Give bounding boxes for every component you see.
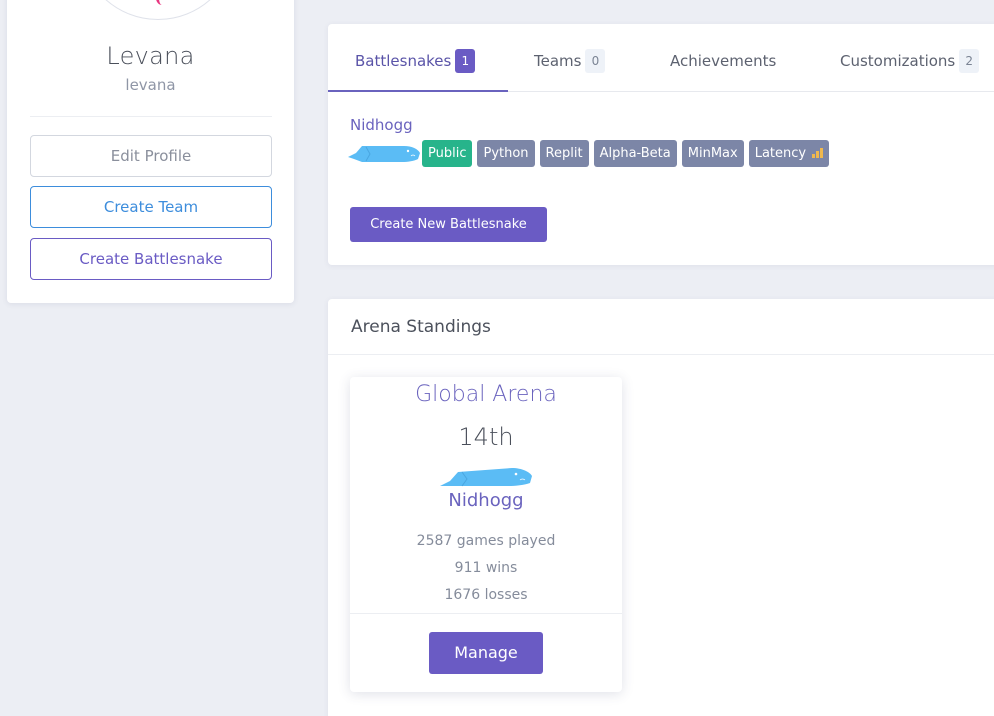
edit-profile-button[interactable]: Edit Profile bbox=[30, 135, 272, 177]
profile-card: Levana levana Edit Profile Create Team C… bbox=[7, 0, 294, 303]
profile-name: Levana bbox=[106, 42, 195, 70]
tab-teams[interactable]: Teams 0 bbox=[534, 24, 606, 92]
games-played-stat: 2587 games played bbox=[416, 533, 556, 549]
tag-public: Public bbox=[422, 139, 473, 167]
arena-standings-title: Arena Standings bbox=[328, 299, 994, 355]
arena-standing-card: Global Arena 14th Nidhogg 2587 games pla… bbox=[350, 377, 622, 692]
snake-head-icon bbox=[348, 146, 420, 162]
manage-button[interactable]: Manage bbox=[429, 632, 543, 674]
battlesnakes-panel: Battlesnakes 1 Teams 0 Achievements Custom… bbox=[328, 24, 994, 265]
signal-bars-icon bbox=[812, 147, 824, 158]
tab-battlesnakes[interactable]: Battlesnakes 1 bbox=[328, 24, 508, 92]
tag-latency-label: Latency bbox=[754, 145, 807, 161]
divider bbox=[350, 613, 622, 614]
tag-alpha-beta: Alpha-Beta bbox=[593, 139, 677, 167]
arena-snake-name-link[interactable]: Nidhogg bbox=[350, 490, 622, 511]
tab-label: Battlesnakes bbox=[355, 52, 452, 70]
tag-python: Python bbox=[477, 139, 535, 167]
tab-achievements[interactable]: Achievements bbox=[670, 24, 776, 92]
tab-label: Teams bbox=[534, 52, 582, 70]
tag-minmax: MinMax bbox=[681, 139, 744, 167]
create-battlesnake-button[interactable]: Create Battlesnake bbox=[30, 238, 272, 280]
divider bbox=[30, 116, 272, 117]
arena-title-link[interactable]: Global Arena bbox=[350, 382, 622, 407]
tab-bar: Battlesnakes 1 Teams 0 Achievements Custom… bbox=[328, 24, 994, 92]
tab-label: Customizations bbox=[840, 52, 956, 70]
arena-standings-panel: Arena Standings Global Arena 14th Nidhog… bbox=[328, 299, 994, 716]
losses-stat: 1676 losses bbox=[444, 587, 528, 603]
battlesnake-row: Public Python Replit Alpha-Beta MinMax L… bbox=[348, 139, 834, 167]
snake-head-icon bbox=[440, 468, 532, 487]
arena-rank: 14th bbox=[458, 423, 514, 451]
battlesnake-name-link[interactable]: Nidhogg bbox=[350, 116, 413, 134]
tag-latency: Latency bbox=[748, 139, 830, 167]
avatar[interactable] bbox=[79, 0, 237, 20]
tab-count-badge: 0 bbox=[585, 49, 606, 73]
create-team-button[interactable]: Create Team bbox=[30, 186, 272, 228]
tag-replit: Replit bbox=[539, 139, 589, 167]
profile-handle: levana bbox=[125, 76, 176, 94]
tab-count-badge: 2 bbox=[959, 49, 980, 73]
create-new-battlesnake-button[interactable]: Create New Battlesnake bbox=[350, 207, 547, 242]
tab-count-badge: 1 bbox=[455, 49, 476, 73]
wins-stat: 911 wins bbox=[454, 560, 518, 576]
tab-label: Achievements bbox=[670, 52, 777, 70]
tab-customizations[interactable]: Customizations 2 bbox=[840, 24, 980, 92]
